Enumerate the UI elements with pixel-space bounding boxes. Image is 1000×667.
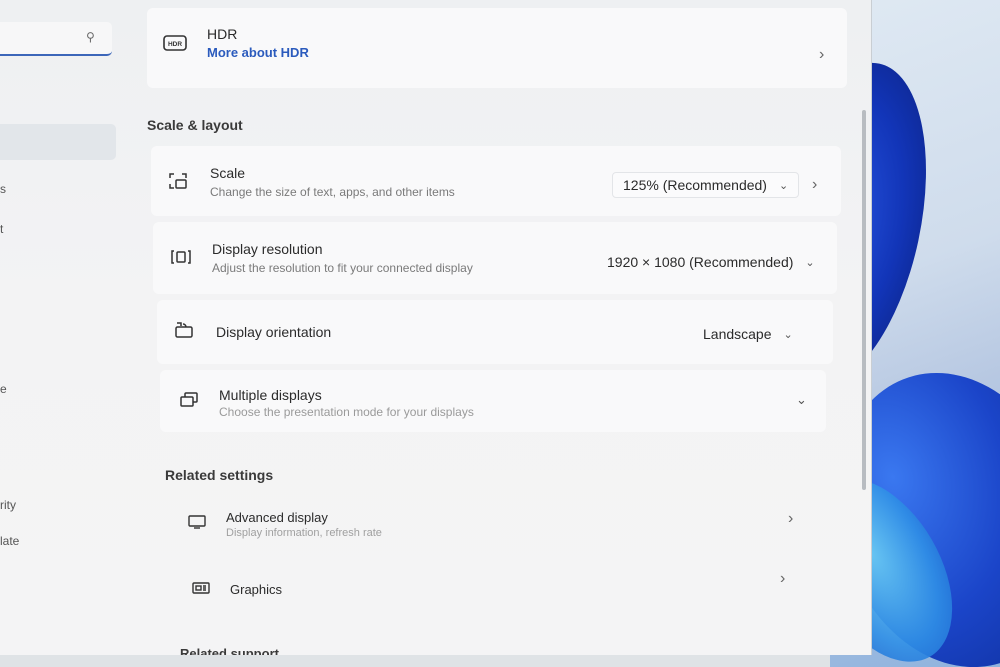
advanced-display-title: Advanced display	[226, 510, 328, 525]
sidebar-item-label[interactable]: late	[0, 534, 19, 548]
sidebar: ⚲ s t e rity late	[0, 0, 135, 655]
display-orientation-card: Display orientation Landscape ⌄	[157, 300, 833, 364]
display-orientation-value: Landscape	[703, 326, 772, 342]
svg-text:HDR: HDR	[168, 41, 182, 48]
scale-subtitle: Change the size of text, apps, and other…	[210, 185, 455, 199]
section-heading-scale-layout: Scale & layout	[147, 117, 243, 133]
hdr-title: HDR	[207, 26, 238, 42]
display-resolution-title: Display resolution	[212, 241, 323, 257]
sidebar-item-label[interactable]: s	[0, 182, 6, 196]
graphics-title: Graphics	[230, 582, 283, 597]
orientation-icon	[173, 320, 195, 340]
scale-card[interactable]: Scale Change the size of text, apps, and…	[151, 146, 841, 216]
multiple-displays-subtitle: Choose the presentation mode for your di…	[219, 405, 474, 419]
display-orientation-dropdown[interactable]: Landscape ⌄	[693, 322, 803, 346]
graphics-card[interactable]: Graphics ›	[172, 562, 812, 618]
advanced-display-card[interactable]: Advanced display Display information, re…	[168, 496, 818, 552]
hdr-card[interactable]: HDR HDR More about HDR ›	[147, 8, 847, 88]
multiple-displays-card[interactable]: Multiple displays Choose the presentatio…	[160, 370, 826, 432]
graphics-icon	[190, 579, 212, 597]
chevron-right-icon: ›	[788, 510, 794, 527]
display-resolution-value: 1920 × 1080 (Recommended)	[607, 254, 794, 270]
chevron-down-icon[interactable]: ⌄	[796, 392, 807, 408]
multiple-displays-title: Multiple displays	[219, 387, 322, 403]
chevron-down-icon: ⌄	[783, 328, 793, 341]
chevron-right-icon: ›	[780, 570, 786, 587]
sidebar-item-selected[interactable]	[0, 124, 116, 160]
display-resolution-dropdown[interactable]: 1920 × 1080 (Recommended) ⌄	[597, 250, 825, 274]
section-heading-related-support: Related support	[180, 646, 279, 655]
sidebar-item-label[interactable]: rity	[0, 498, 16, 512]
scale-title: Scale	[210, 165, 246, 181]
advanced-display-subtitle: Display information, refresh rate	[226, 527, 382, 539]
more-about-hdr-link[interactable]: More about HDR	[207, 45, 309, 60]
chevron-right-icon[interactable]: ›	[812, 176, 817, 194]
chevron-down-icon: ⌄	[805, 256, 815, 269]
scale-dropdown[interactable]: 125% (Recommended) ⌄	[612, 172, 800, 198]
multiple-displays-icon	[178, 390, 200, 410]
scale-icon	[167, 170, 189, 192]
scale-value: 125% (Recommended)	[623, 177, 767, 193]
monitor-icon	[186, 513, 208, 531]
display-resolution-card: Display resolution Adjust the resolution…	[153, 222, 837, 294]
section-heading-related-settings: Related settings	[165, 467, 274, 483]
scrollbar[interactable]	[862, 110, 866, 490]
sidebar-item-label[interactable]: e	[0, 382, 7, 396]
display-resolution-subtitle: Adjust the resolution to fit your connec…	[212, 261, 473, 275]
chevron-down-icon: ⌄	[778, 179, 789, 192]
resolution-icon	[169, 246, 193, 268]
hdr-icon: HDR	[163, 34, 187, 52]
sidebar-item-label[interactable]: t	[0, 222, 3, 236]
display-orientation-title: Display orientation	[216, 324, 332, 340]
search-icon[interactable]: ⚲	[86, 30, 100, 44]
settings-window: ⚲ s t e rity late HDR HDR More about HDR…	[0, 0, 872, 655]
chevron-right-icon: ›	[819, 46, 825, 63]
